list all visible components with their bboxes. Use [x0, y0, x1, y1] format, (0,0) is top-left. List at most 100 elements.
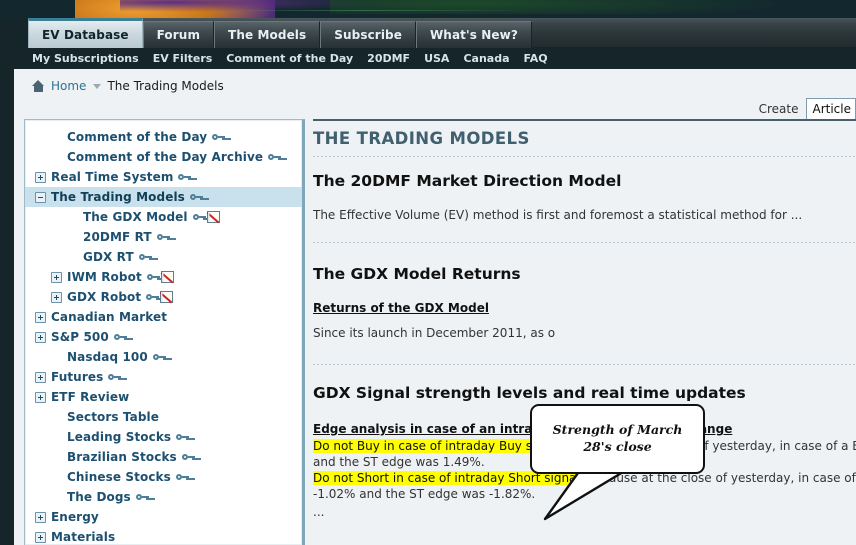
key-icon: [181, 453, 195, 462]
sidebar-item-label: Sectors Table: [67, 410, 159, 424]
section-heading-gdx-returns: The GDX Model Returns: [313, 265, 521, 283]
tab-the-models[interactable]: The Models: [214, 21, 321, 48]
left-rail: [0, 69, 14, 545]
sidebar-item-comment-of-the-day-archive[interactable]: Comment of the Day Archive: [25, 147, 302, 167]
sidebar-item-nasdaq-100[interactable]: Nasdaq 100: [25, 347, 302, 367]
subnav-faq[interactable]: FAQ: [524, 52, 548, 65]
callout-bubble: Strength of March 28's close: [530, 404, 705, 474]
key-icon: [176, 433, 190, 442]
sidebar-item-comment-of-the-day[interactable]: Comment of the Day: [25, 127, 302, 147]
banner-artwork-green: [330, 0, 780, 14]
sidebar-item-label: Real Time System: [51, 170, 174, 184]
create-type-value: Article: [812, 102, 852, 116]
sidebar-item-label: Futures: [51, 370, 104, 384]
expand-icon[interactable]: [35, 331, 46, 343]
sidebar-item-label: The Dogs: [67, 490, 131, 504]
key-icon: [135, 493, 149, 502]
sidebar-item-chinese-stocks[interactable]: Chinese Stocks: [25, 467, 302, 487]
chart-icon: [160, 271, 174, 283]
sidebar-item-s-p-500[interactable]: S&P 500: [25, 327, 302, 347]
secondary-nav: My Subscriptions EV Filters Comment of the…: [0, 48, 856, 69]
key-icon: [189, 193, 203, 202]
sidebar-item-canadian-market[interactable]: Canadian Market: [25, 307, 302, 327]
page-title: THE TRADING MODELS: [313, 129, 530, 148]
breadcrumb: Home The Trading Models: [32, 79, 224, 93]
sidebar-item-label: ETF Review: [51, 390, 130, 404]
sidebar-item-real-time-system[interactable]: Real Time System: [25, 167, 302, 187]
key-icon: [108, 373, 122, 382]
content-top-rule: [313, 119, 856, 121]
subnav-20dmf[interactable]: 20DMF: [367, 52, 410, 65]
main-content: THE TRADING MODELS The 20DMF Market Dire…: [313, 119, 856, 545]
key-icon: [146, 293, 160, 302]
sidebar-item-leading-stocks[interactable]: Leading Stocks: [25, 427, 302, 447]
sidebar-item-label: Brazilian Stocks: [67, 450, 177, 464]
expand-icon[interactable]: [35, 311, 46, 323]
sidebar-item-label: GDX RT: [83, 250, 134, 264]
create-label: Create: [758, 102, 799, 116]
section-heading-gdx-signal: GDX Signal strength levels and real time…: [313, 384, 746, 402]
create-type-select[interactable]: Article: [805, 98, 856, 120]
divider-1: [313, 156, 856, 157]
sidebar-item-label: The GDX Model: [83, 210, 188, 224]
subnav-usa[interactable]: USA: [424, 52, 449, 65]
sidebar-item-iwm-robot[interactable]: IWM Robot: [25, 267, 302, 287]
sidebar-item-etf-review[interactable]: ETF Review: [25, 387, 302, 407]
sidebar-item-label: GDX Robot: [67, 290, 142, 304]
sidebar-item-label: 20DMF RT: [83, 230, 152, 244]
collapse-icon[interactable]: [35, 191, 46, 203]
sidebar-item-gdx-rt[interactable]: GDX RT: [25, 247, 302, 267]
tab-strip-left-cap: [0, 18, 28, 48]
subnav-my-subscriptions[interactable]: My Subscriptions: [32, 52, 139, 65]
sidebar-item-materials[interactable]: Materials: [25, 527, 302, 545]
sidebar-item-label: Canadian Market: [51, 310, 168, 324]
link-returns-of-gdx-model[interactable]: Returns of the GDX Model: [313, 301, 489, 315]
sidebar-item-20dmf-rt[interactable]: 20DMF RT: [25, 227, 302, 247]
subnav-comment-of-the-day[interactable]: Comment of the Day: [226, 52, 353, 65]
breadcrumb-home-link[interactable]: Home: [51, 79, 86, 93]
section-text-gdx-returns: Since its launch in December 2011, as o: [313, 326, 556, 340]
sidebar-item-label: Leading Stocks: [67, 430, 172, 444]
tab-subscribe[interactable]: Subscribe: [320, 21, 416, 48]
signal-line-1-highlight: Do not Buy in case of intraday Buy signa…: [313, 439, 566, 453]
create-control: Create Article: [759, 98, 856, 120]
signal-line-5: ...: [313, 505, 325, 519]
key-icon: [192, 213, 206, 222]
subnav-ev-filters[interactable]: EV Filters: [153, 52, 213, 65]
key-icon: [212, 133, 226, 142]
expand-icon[interactable]: [51, 271, 62, 283]
expand-icon[interactable]: [35, 511, 46, 523]
site-banner: [0, 0, 856, 18]
tab-forum[interactable]: Forum: [142, 21, 215, 48]
chart-icon: [206, 211, 220, 223]
key-icon: [178, 173, 192, 182]
sidebar-item-label: Energy: [51, 510, 99, 524]
sidebar-item-label: Chinese Stocks: [67, 470, 171, 484]
primary-tabs: EV Database Forum The Models Subscribe What'…: [28, 18, 532, 48]
sidebar-item-gdx-robot[interactable]: GDX Robot: [25, 287, 302, 307]
key-icon: [268, 153, 282, 162]
sidebar-item-label: Comment of the Day Archive: [67, 150, 264, 164]
expand-icon[interactable]: [35, 371, 46, 383]
home-icon[interactable]: [32, 80, 45, 92]
expand-icon[interactable]: [35, 391, 46, 403]
browser-page: EV Database Forum The Models Subscribe What'…: [0, 0, 856, 545]
sidebar-tree: Comment of the Day Comment of the Day Arc…: [25, 120, 302, 545]
expand-icon[interactable]: [35, 171, 46, 183]
sidebar-item-energy[interactable]: Energy: [25, 507, 302, 527]
sidebar-item-the-trading-models[interactable]: The Trading Models: [25, 187, 302, 207]
key-icon: [175, 473, 189, 482]
tab-ev-database[interactable]: EV Database: [28, 18, 143, 48]
section-text-20dmf: The Effective Volume (EV) method is firs…: [313, 208, 803, 222]
sidebar-item-brazilian-stocks[interactable]: Brazilian Stocks: [25, 447, 302, 467]
sidebar-item-label: Nasdaq 100: [67, 350, 148, 364]
expand-icon[interactable]: [51, 291, 62, 303]
sidebar-item-the-gdx-model[interactable]: The GDX Model: [25, 207, 302, 227]
expand-icon[interactable]: [35, 531, 46, 543]
tab-what-s-new[interactable]: What's New?: [415, 21, 532, 48]
divider-3: [313, 364, 856, 365]
sidebar-item-the-dogs[interactable]: The Dogs: [25, 487, 302, 507]
sidebar-item-sectors-table[interactable]: Sectors Table: [25, 407, 302, 427]
sidebar-item-futures[interactable]: Futures: [25, 367, 302, 387]
subnav-canada[interactable]: Canada: [463, 52, 509, 65]
